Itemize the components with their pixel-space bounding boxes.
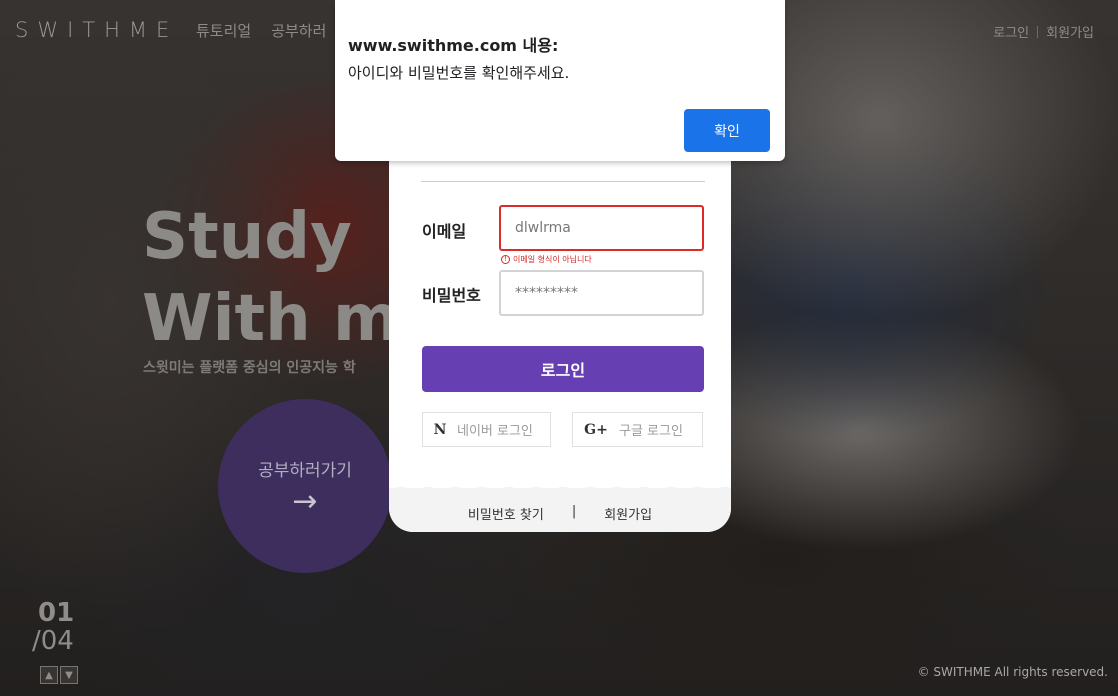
site-logo[interactable]: SWITHME xyxy=(15,18,178,42)
header-signup-link[interactable]: 회원가입 xyxy=(1046,22,1094,41)
slide-next-icon[interactable]: ▼ xyxy=(60,666,78,684)
alert-message: 아이디와 비밀번호를 확인해주세요. xyxy=(348,64,570,82)
slide-total: /04 xyxy=(32,626,74,656)
hero-subtitle: 스윗미는 플랫폼 중심의 인공지능 학 xyxy=(143,360,356,376)
auth-divider xyxy=(1037,25,1039,38)
hero-title-line1: Study xyxy=(142,200,352,274)
google-login-button[interactable]: G+ 구글 로그인 xyxy=(572,412,703,447)
signup-link[interactable]: 회원가입 xyxy=(604,504,652,523)
error-icon: ! xyxy=(501,255,510,264)
login-divider xyxy=(421,181,705,182)
naver-icon: N xyxy=(433,421,447,438)
copyright-text: © SWITHME All rights reserved. xyxy=(917,665,1108,679)
nav-item-tutorial[interactable]: 튜토리얼 xyxy=(196,20,251,41)
hero-title: Study With me xyxy=(142,196,392,360)
slide-counter: 01 /04 xyxy=(32,598,74,656)
email-label: 이메일 xyxy=(422,222,467,241)
naver-login-button[interactable]: N 네이버 로그인 xyxy=(422,412,551,447)
email-field[interactable] xyxy=(499,205,704,251)
login-footer-links: 비밀번호 찾기 | 회원가입 xyxy=(389,504,731,523)
arrow-right-icon: → xyxy=(292,483,318,519)
alert-dialog: www.swithme.com 내용: 아이디와 비밀번호를 확인해주세요. 확… xyxy=(335,0,785,161)
email-error-message: ! 이메일 형식이 아닙니다 xyxy=(501,254,592,265)
password-label: 비밀번호 xyxy=(422,286,481,305)
study-cta-label: 공부하러가기 xyxy=(258,460,352,481)
google-login-label: 구글 로그인 xyxy=(619,424,683,439)
alert-title: www.swithme.com 내용: xyxy=(348,36,559,55)
password-field[interactable] xyxy=(499,270,704,316)
nav-item-study[interactable]: 공부하러 xyxy=(271,20,326,41)
study-cta-button[interactable]: 공부하러가기 → xyxy=(218,399,392,573)
auth-links: 로그인 회원가입 xyxy=(993,22,1094,41)
alert-ok-button[interactable]: 확인 xyxy=(684,109,770,152)
email-error-text: 이메일 형식이 아닙니다 xyxy=(513,255,592,264)
login-submit-button[interactable]: 로그인 xyxy=(422,346,704,392)
main-nav: 튜토리얼 공부하러 xyxy=(196,20,326,41)
hero-title-line2: With me xyxy=(142,282,392,356)
google-icon: G+ xyxy=(584,421,608,438)
login-modal: 이메일 ! 이메일 형식이 아닙니다 비밀번호 로그인 N 네이버 로그인 G+… xyxy=(389,140,731,532)
slide-controls: ▲ ▼ xyxy=(40,666,78,684)
footer-separator: | xyxy=(571,504,577,519)
header-login-link[interactable]: 로그인 xyxy=(993,22,1029,41)
naver-login-label: 네이버 로그인 xyxy=(457,424,533,439)
slide-prev-icon[interactable]: ▲ xyxy=(40,666,58,684)
slide-current: 01 xyxy=(38,598,75,628)
find-password-link[interactable]: 비밀번호 찾기 xyxy=(468,504,544,523)
